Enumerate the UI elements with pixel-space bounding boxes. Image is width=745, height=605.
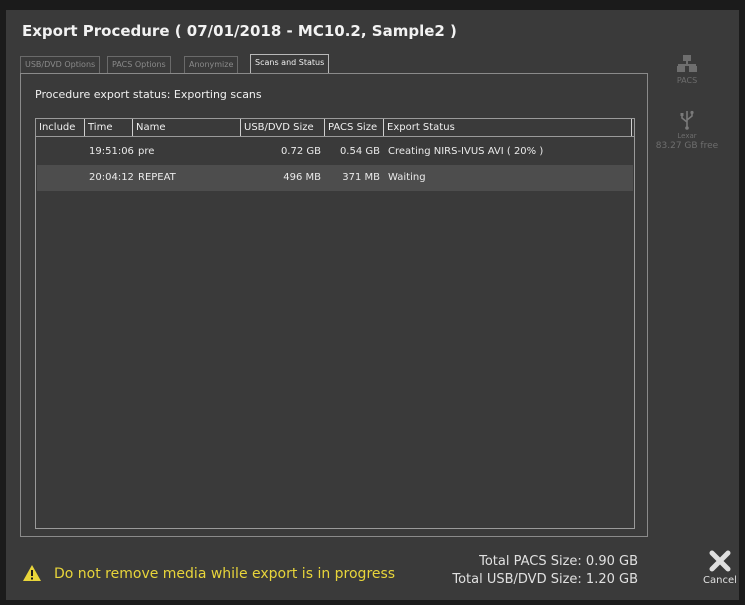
scans-table: Include Time Name USB/DVD Size PACS Size… (35, 118, 635, 529)
total-pacs-size: Total PACS Size: 0.90 GB (479, 554, 638, 569)
usb-device-label: Lexar (677, 132, 697, 140)
network-icon (677, 55, 697, 72)
export-status-cell: Waiting (388, 172, 426, 183)
column-time[interactable]: Time (85, 119, 133, 136)
pacs-size-cell: 371 MB (342, 172, 380, 183)
column-usb-dvd-size[interactable]: USB/DVD Size (241, 119, 325, 136)
usb-free-space: 83.27 GB free (655, 141, 719, 151)
tab-usb-dvd-options[interactable]: USB/DVD Options (20, 56, 101, 73)
name-cell: pre (138, 146, 155, 157)
totals-block: Total PACS Size: 0.90 GB Total USB/DVD S… (452, 553, 638, 589)
tab-anonymize[interactable]: Anonymize (184, 56, 239, 73)
tab-scans-and-status[interactable]: Scans and Status (250, 54, 330, 73)
table-row[interactable]: 20:04:12 REPEAT 496 MB 371 MB Waiting (37, 165, 633, 191)
column-include[interactable]: Include (36, 119, 85, 136)
dialog-title: Export Procedure ( 07/01/2018 - MC10.2, … (22, 22, 457, 40)
cancel-button[interactable]: Cancel (700, 550, 740, 586)
name-cell: REPEAT (138, 172, 176, 183)
usb-destination-button[interactable]: Lexar 83.27 GB free (651, 110, 723, 151)
usb-size-cell: 0.72 GB (280, 146, 321, 157)
column-export-status[interactable]: Export Status (384, 119, 632, 136)
pacs-destination-button[interactable]: PACS (663, 54, 711, 85)
tab-pacs-options[interactable]: PACS Options (107, 56, 171, 73)
warning-icon (23, 565, 41, 581)
time-cell: 20:04:12 (89, 172, 134, 183)
cancel-label: Cancel (703, 575, 737, 586)
column-pacs-size[interactable]: PACS Size (325, 119, 384, 136)
column-name[interactable]: Name (133, 119, 241, 136)
time-cell: 19:51:06 (89, 146, 134, 157)
table-header: Include Time Name USB/DVD Size PACS Size… (36, 119, 634, 137)
warning-text: Do not remove media while export is in p… (54, 566, 396, 582)
export-status-cell: Creating NIRS-IVUS AVI ( 20% ) (388, 146, 544, 157)
scans-status-panel: Procedure export status: Exporting scans… (20, 73, 648, 537)
table-row[interactable]: 19:51:06 pre 0.72 GB 0.54 GB Creating NI… (37, 139, 633, 165)
usb-size-cell: 496 MB (283, 172, 321, 183)
pacs-label: PACS (676, 76, 698, 85)
media-warning: Do not remove media while export is in p… (23, 565, 396, 582)
total-usb-size: Total USB/DVD Size: 1.20 GB (452, 572, 638, 587)
close-icon (709, 550, 731, 572)
pacs-size-cell: 0.54 GB (339, 146, 380, 157)
usb-icon (680, 110, 694, 130)
export-status-text: Procedure export status: Exporting scans (35, 88, 262, 101)
